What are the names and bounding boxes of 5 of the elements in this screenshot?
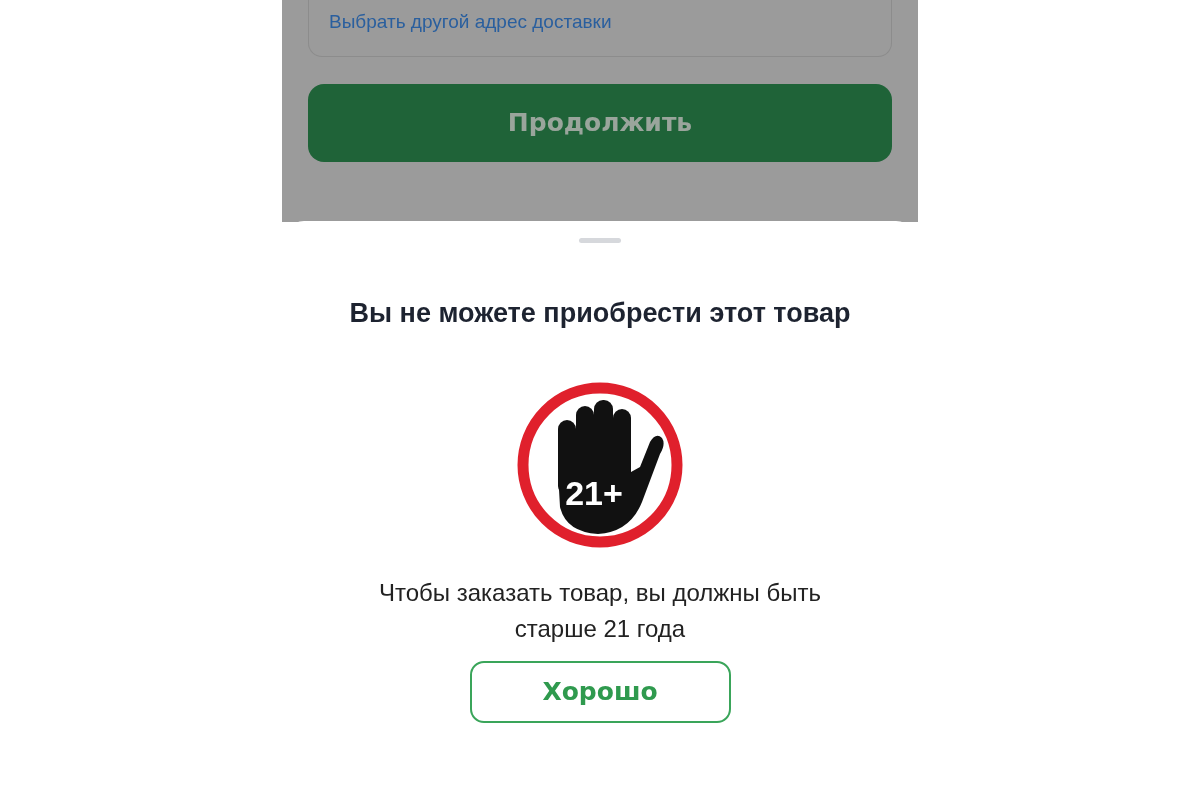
change-address-link[interactable]: Выбрать другой адрес доставки bbox=[329, 11, 612, 32]
drag-handle[interactable] bbox=[579, 238, 621, 243]
restriction-message: Чтобы заказать товар, вы должны быть старше 21 года bbox=[378, 577, 822, 644]
sheet-title: Вы не можете приобрести этот товар bbox=[349, 297, 851, 330]
ok-button[interactable]: Хорошо bbox=[469, 660, 731, 723]
